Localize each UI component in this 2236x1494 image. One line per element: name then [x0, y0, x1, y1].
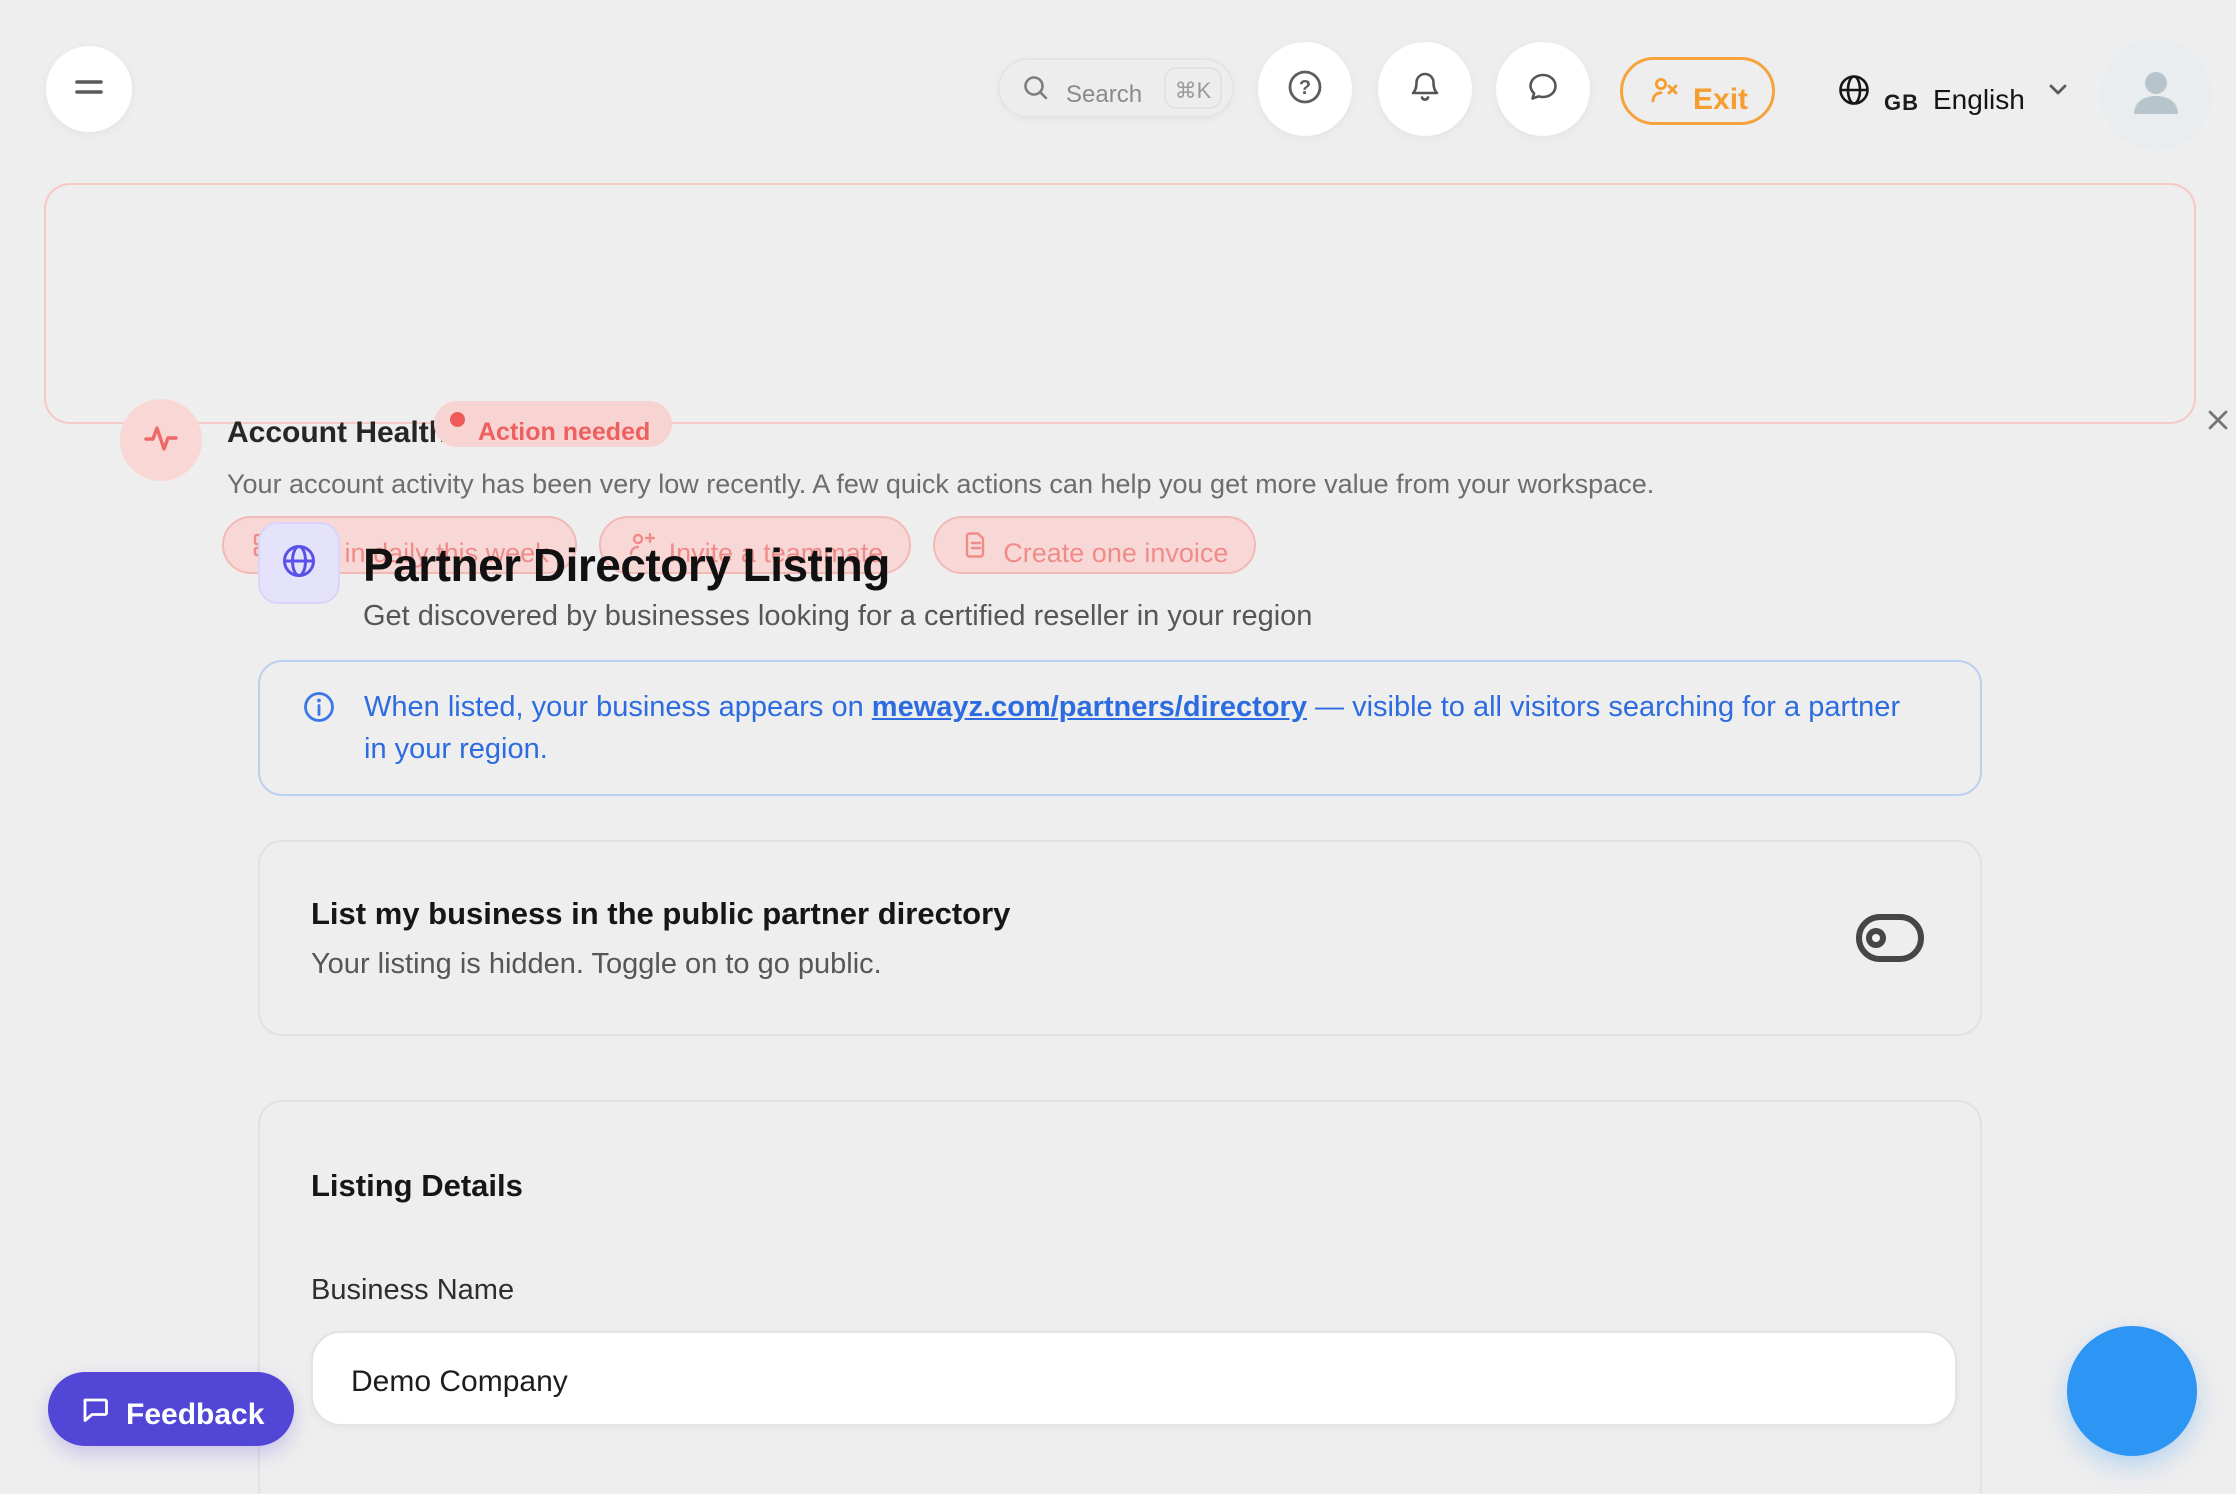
activity-pulse-icon — [138, 415, 184, 466]
status-badge: Action needed — [434, 401, 672, 447]
create-invoice-label: Create one invoice — [1003, 538, 1228, 569]
feedback-button[interactable]: Feedback — [48, 1372, 294, 1446]
page-subtitle: Get discovered by businesses looking for… — [363, 600, 1312, 633]
banner-description: Your account activity has been very low … — [227, 469, 1654, 500]
help-button[interactable]: ? — [1258, 42, 1352, 136]
invoice-file-icon — [961, 530, 991, 560]
banner-close-button[interactable] — [2190, 393, 2236, 449]
business-name-label: Business Name — [311, 1274, 1924, 1307]
question-icon: ? — [1282, 64, 1328, 115]
page-icon-tile — [258, 522, 340, 604]
page-title: Partner Directory Listing — [363, 538, 890, 592]
info-icon — [300, 688, 338, 731]
search-bar[interactable]: ⌘K — [998, 58, 1234, 118]
alert-dot — [450, 412, 465, 427]
hamburger-icon — [69, 67, 109, 112]
account-health-banner: Account Health Action needed Your accoun… — [44, 183, 2196, 424]
info-text: When listed, your business appears on me… — [364, 686, 1920, 770]
person-icon — [2122, 58, 2190, 131]
chat-button[interactable] — [1496, 42, 1590, 136]
create-invoice-button[interactable]: Create one invoice — [933, 516, 1256, 574]
banner-title: Account Health — [227, 416, 447, 450]
globe-purple-icon — [276, 538, 322, 589]
language-label: English — [1933, 84, 2025, 116]
toggle-card-title: List my business in the public partner d… — [311, 896, 1010, 932]
info-text-before: When listed, your business appears on — [364, 691, 872, 723]
info-banner: When listed, your business appears on me… — [258, 660, 1982, 796]
bell-icon — [1402, 64, 1448, 115]
search-input[interactable] — [1066, 67, 1162, 109]
directory-link[interactable]: mewayz.com/partners/directory — [872, 691, 1307, 723]
chevron-down-icon — [2043, 75, 2073, 105]
globe-icon — [1834, 70, 1874, 110]
business-name-input[interactable] — [311, 1331, 1957, 1426]
svg-text:?: ? — [1299, 77, 1311, 99]
search-icon — [1020, 72, 1052, 104]
directory-visibility-toggle[interactable] — [1856, 914, 1924, 962]
toggle-knob — [1866, 928, 1886, 948]
close-icon — [2202, 404, 2234, 439]
exit-button[interactable]: Exit — [1620, 57, 1775, 125]
language-selector[interactable]: GB English — [1834, 60, 2073, 120]
exit-label: Exit — [1693, 83, 1748, 117]
menu-button[interactable] — [46, 46, 132, 132]
app-root: ⌘K ? Exit GB English — [0, 0, 2236, 1494]
person-x-icon — [1647, 73, 1683, 109]
search-shortcut-badge: ⌘K — [1164, 67, 1222, 109]
directory-toggle-card: List my business in the public partner d… — [258, 840, 1982, 1036]
status-badge-label: Action needed — [478, 418, 650, 447]
notifications-button[interactable] — [1378, 42, 1472, 136]
toggle-card-subtitle: Your listing is hidden. Toggle on to go … — [311, 948, 1010, 981]
listing-details-card: Listing Details Business Name Contact Em… — [258, 1100, 1982, 1494]
feedback-label: Feedback — [126, 1398, 264, 1432]
country-code: GB — [1884, 90, 1919, 116]
health-icon-circle — [120, 399, 202, 481]
chat-bubble-icon — [1520, 64, 1566, 115]
avatar[interactable] — [2100, 38, 2212, 150]
listing-details-title: Listing Details — [311, 1168, 1924, 1204]
chat-widget-button[interactable] — [2067, 1326, 2197, 1456]
toggle-card-text: List my business in the public partner d… — [311, 896, 1010, 981]
feedback-chat-icon — [78, 1392, 112, 1426]
